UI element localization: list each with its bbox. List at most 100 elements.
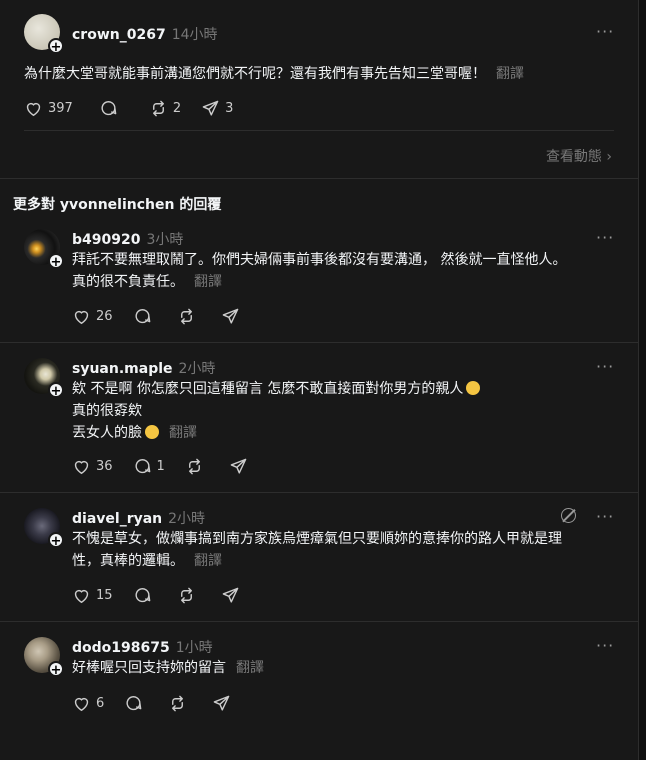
share-button[interactable] xyxy=(221,307,240,326)
like-count: 36 xyxy=(96,459,113,474)
timestamp: 2小時 xyxy=(168,511,206,527)
reply-line: 不愧是草女，做爛事搞到南方家族烏煙瘴氣但只要順妳的意捧你的路人甲就是理 xyxy=(72,531,562,547)
reply-author[interactable]: b490920 3小時 xyxy=(72,229,183,249)
reply-button[interactable] xyxy=(133,307,157,326)
divider xyxy=(0,492,638,493)
send-icon xyxy=(229,457,248,476)
reply-button[interactable] xyxy=(133,586,157,605)
more-icon[interactable]: ··· xyxy=(596,507,614,526)
avatar[interactable]: + xyxy=(24,637,64,678)
reply-author[interactable]: dodo198675 1小時 xyxy=(72,637,213,657)
reply-line: 好棒喔只回支持妳的留言 xyxy=(72,660,226,676)
share-button[interactable] xyxy=(229,457,248,476)
emoji-icon xyxy=(145,425,159,439)
view-activity-label[interactable]: 查看動態 xyxy=(546,149,602,165)
like-count: 15 xyxy=(96,588,113,603)
avatar[interactable]: + xyxy=(24,508,64,549)
repost-count: 2 xyxy=(172,101,182,116)
reply-author[interactable]: diavel_ryan 2小時 xyxy=(72,508,205,528)
repost-icon xyxy=(177,307,196,326)
heart-icon xyxy=(72,694,91,713)
like-button[interactable]: 6 xyxy=(72,694,104,713)
send-icon xyxy=(221,307,240,326)
plus-icon[interactable]: + xyxy=(48,661,64,678)
repost-button[interactable]: 2 xyxy=(149,99,181,118)
username[interactable]: dodo198675 xyxy=(72,640,170,656)
section-title: 更多對 yvonnelinchen 的回覆 xyxy=(13,197,222,213)
timestamp: 14小時 xyxy=(171,27,218,43)
repost-button[interactable] xyxy=(185,457,209,476)
repost-icon xyxy=(177,586,196,605)
repost-icon xyxy=(149,99,168,118)
more-icon[interactable]: ··· xyxy=(596,22,614,41)
reply-text: 好棒喔只回支持妳的留言 翻譯 xyxy=(72,657,617,679)
repost-button[interactable] xyxy=(177,307,201,326)
comment-icon xyxy=(99,99,118,118)
share-button[interactable] xyxy=(221,586,240,605)
username[interactable]: crown_0267 xyxy=(72,27,166,43)
repost-icon xyxy=(168,694,187,713)
like-count: 6 xyxy=(96,696,105,711)
reply-author[interactable]: syuan.maple 2小時 xyxy=(72,358,215,378)
plus-icon[interactable]: + xyxy=(48,532,64,549)
view-activity-link[interactable]: 查看動態 › xyxy=(546,146,612,166)
send-icon xyxy=(212,694,231,713)
heart-icon xyxy=(24,99,43,118)
reply-line: 欸 不是啊 你怎麼只回這種留言 怎麼不敢直接面對你男方的親人 xyxy=(72,381,464,397)
send-icon xyxy=(201,99,220,118)
heart-icon xyxy=(72,586,91,605)
thread-panel: + crown_0267 14小時 ··· 為什麼大堂哥就能事前溝通您們就不行呢？… xyxy=(0,0,639,760)
heart-icon xyxy=(72,307,91,326)
timestamp: 3小時 xyxy=(146,232,184,248)
avatar[interactable]: + xyxy=(24,229,64,270)
more-icon[interactable]: ··· xyxy=(596,228,614,247)
reply-count: 1 xyxy=(156,459,165,474)
timestamp: 1小時 xyxy=(175,640,213,656)
more-icon[interactable]: ··· xyxy=(596,636,614,655)
divider xyxy=(0,621,638,622)
share-button[interactable]: 3 xyxy=(201,99,233,118)
repost-button[interactable] xyxy=(177,586,201,605)
more-icon[interactable]: ··· xyxy=(596,357,614,376)
reply-actions: 15 xyxy=(72,586,260,605)
emoji-icon xyxy=(466,381,481,395)
username[interactable]: b490920 xyxy=(72,232,140,248)
share-button[interactable] xyxy=(212,694,231,713)
repost-button[interactable] xyxy=(168,694,192,713)
reply-button[interactable] xyxy=(99,99,123,118)
username[interactable]: diavel_ryan xyxy=(72,511,162,527)
comment-icon xyxy=(133,586,152,605)
reply-line: 真的很不負責任。 xyxy=(72,274,184,290)
like-button[interactable]: 26 xyxy=(72,307,113,326)
translate-link[interactable]: 翻譯 xyxy=(236,660,264,676)
heart-icon xyxy=(72,457,91,476)
avatar[interactable]: + xyxy=(24,14,64,55)
reply-actions: 6 xyxy=(72,694,251,713)
reply-text: 欸 不是啊 你怎麼只回這種留言 怎麼不敢直接面對你男方的親人 真的很孬欸 丟女人… xyxy=(72,378,617,444)
translate-link[interactable]: 翻譯 xyxy=(194,274,222,290)
plus-icon[interactable]: + xyxy=(48,382,64,399)
divider xyxy=(0,342,638,343)
plus-icon[interactable]: + xyxy=(48,253,64,270)
reply-actions: 26 xyxy=(72,307,260,326)
reply-button[interactable]: 1 xyxy=(133,457,165,476)
send-icon xyxy=(221,586,240,605)
reply-line: 丟女人的臉 xyxy=(72,425,142,441)
section-divider xyxy=(0,178,638,179)
like-button[interactable]: 15 xyxy=(72,586,113,605)
translate-link[interactable]: 翻譯 xyxy=(496,66,524,82)
avatar[interactable]: + xyxy=(24,358,64,399)
hide-reply-icon[interactable] xyxy=(561,508,576,523)
like-button[interactable]: 36 xyxy=(72,457,113,476)
username[interactable]: syuan.maple xyxy=(72,361,173,377)
translate-link[interactable]: 翻譯 xyxy=(194,553,222,569)
reply-text: 拜託不要無理取鬧了。你們夫婦倆事前事後都沒有要溝通， 然後就一直怪他人。 真的很… xyxy=(72,249,617,293)
reply-text: 不愧是草女，做爛事搞到南方家族烏煙瘴氣但只要順妳的意捧你的路人甲就是理 性，真棒… xyxy=(72,528,617,572)
comment-icon xyxy=(133,307,152,326)
reply-button[interactable] xyxy=(124,694,148,713)
post-author[interactable]: crown_0267 14小時 xyxy=(72,24,218,44)
plus-icon[interactable]: + xyxy=(48,38,64,55)
like-count: 397 xyxy=(48,101,73,116)
like-button[interactable]: 397 xyxy=(24,99,73,118)
translate-link[interactable]: 翻譯 xyxy=(169,425,197,441)
